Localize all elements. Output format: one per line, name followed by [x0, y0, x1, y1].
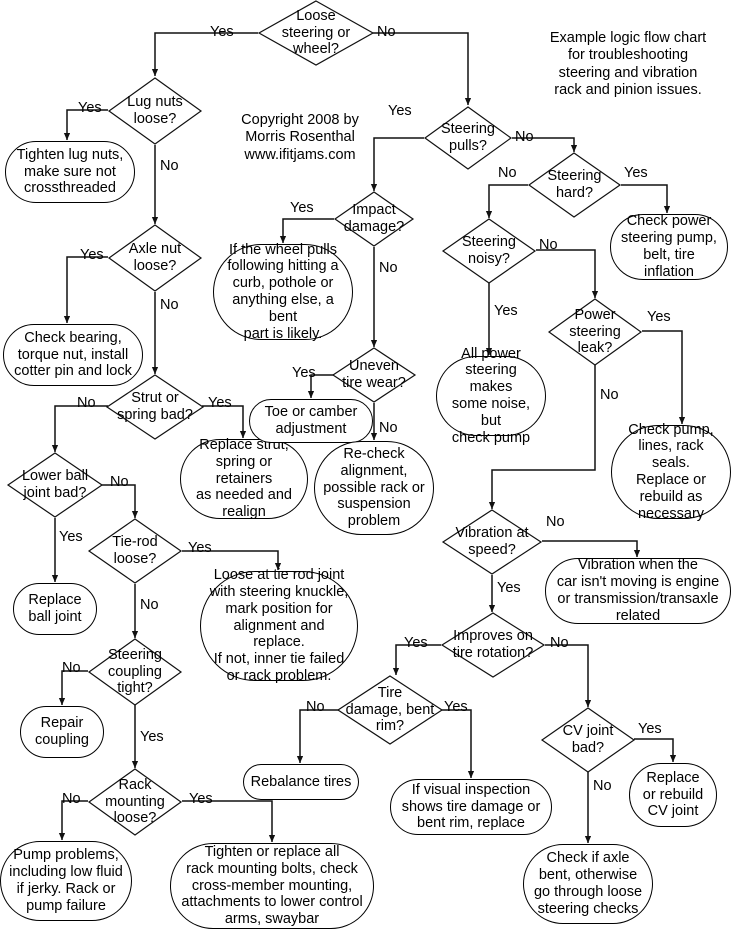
edge-label-no-steering-pulls: No [515, 129, 534, 145]
edge-label-yes-tire-damage: Yes [444, 699, 468, 715]
decision-label: Steering coupling tight? [107, 646, 162, 697]
decision-label: Lug nuts loose? [127, 94, 183, 127]
copyright-block: Copyright 2008 by Morris Rosenthal www.i… [241, 112, 359, 163]
action-vibration-when-not-moving[interactable]: Vibration when the car isn't moving is e… [545, 557, 731, 624]
decision-label: Steering pulls? [440, 121, 495, 154]
action-visual-inspection[interactable]: If visual inspection shows tire damage o… [390, 779, 552, 835]
edge-label-no-rack-mounting: No [62, 791, 81, 807]
edge-label-no-axle-nut: No [160, 297, 179, 313]
edge-label-no-improves: No [550, 635, 569, 651]
edge-label-yes-lower-ball: Yes [59, 529, 83, 545]
title-block: Example logic flow chart for troubleshoo… [549, 30, 707, 99]
edge-label-no-loose-steering: No [377, 24, 396, 40]
edge-label-yes-impact-damage: Yes [290, 200, 314, 216]
decision-loose-steering[interactable]: Loose steering or wheel? [257, 0, 375, 66]
edge-label-yes-steering-pulls: Yes [388, 103, 412, 119]
action-pump-problems[interactable]: Pump problems, including low fluid if je… [0, 841, 132, 921]
decision-label: Impact damage? [343, 202, 405, 235]
edge-label-yes-uneven-tire: Yes [292, 365, 316, 381]
decision-lower-ball-joint[interactable]: Lower ball joint bad? [6, 452, 104, 518]
decision-label: Rack mounting loose? [105, 776, 165, 827]
edge-label-no-tie-rod: No [140, 597, 159, 613]
edge-label-yes-axle-nut: Yes [80, 247, 104, 263]
action-check-power-steering-pump[interactable]: Check power steering pump, belt, tire in… [610, 213, 728, 280]
action-wheel-pulls-note[interactable]: If the wheel pulls following hitting a c… [213, 242, 353, 342]
decision-label: CV joint bad? [562, 723, 614, 756]
action-loose-tie-rod[interactable]: Loose at tie rod joint with steering knu… [200, 567, 358, 684]
decision-label: Uneven tire wear? [342, 358, 406, 391]
action-rebalance-tires[interactable]: Rebalance tires [243, 764, 359, 800]
edge-label-no-steering-noisy: No [539, 237, 558, 253]
decision-vibration-at-speed[interactable]: Vibration at speed? [441, 509, 543, 575]
decision-label: Tire damage, bent rim? [345, 684, 435, 735]
decision-steering-noisy[interactable]: Steering noisy? [441, 218, 537, 284]
edge-label-no-steering-hard: No [498, 165, 517, 181]
edge-label-no-uneven-tire: No [379, 420, 398, 436]
decision-label: Tie-rod loose? [112, 534, 158, 567]
decision-label: Loose steering or wheel? [281, 7, 351, 58]
edge-label-yes-coupling: Yes [140, 729, 164, 745]
action-toe-or-camber[interactable]: Toe or camber adjustment [249, 399, 373, 443]
decision-tire-damage-bent-rim[interactable]: Tire damage, bent rim? [336, 675, 444, 745]
edge-label-no-power-leak: No [600, 387, 619, 403]
action-tighten-lug-nuts[interactable]: Tighten lug nuts, make sure not crossthr… [5, 141, 135, 203]
decision-label: Steering hard? [547, 168, 602, 201]
edge-label-no-lug-nuts: No [160, 158, 179, 174]
decision-label: Vibration at speed? [455, 525, 529, 558]
edge-label-yes-cv-joint: Yes [638, 721, 662, 737]
edge-label-yes-vibration-speed: Yes [497, 580, 521, 596]
edge-label-yes-power-leak: Yes [647, 309, 671, 325]
edge-label-yes-strut: Yes [208, 395, 232, 411]
edge-label-no-impact-damage: No [379, 260, 398, 276]
edge-label-no-strut: No [77, 395, 96, 411]
decision-steering-hard[interactable]: Steering hard? [527, 152, 622, 218]
decision-label: Axle nut loose? [128, 241, 182, 274]
action-replace-ball-joint[interactable]: Replace ball joint [13, 583, 97, 635]
decision-uneven-tire-wear[interactable]: Uneven tire wear? [331, 347, 417, 403]
action-replace-strut[interactable]: Replace strut, spring or retainers as ne… [180, 437, 308, 520]
action-check-pump-lines[interactable]: Check pump, lines, rack seals. Replace o… [611, 422, 731, 522]
edge-label-no-vibration-speed: No [546, 514, 565, 530]
action-check-axle-bent[interactable]: Check if axle bent, otherwise go through… [523, 844, 653, 924]
decision-improves-on-tire-rotation[interactable]: Improves on tire rotation? [440, 612, 546, 678]
edge-label-yes-steering-hard: Yes [624, 165, 648, 181]
decision-tie-rod[interactable]: Tie-rod loose? [87, 518, 183, 584]
edge-label-no-cv-joint: No [593, 778, 612, 794]
decision-impact-damage[interactable]: Impact damage? [333, 191, 415, 247]
edge-label-no-lower-ball: No [110, 474, 129, 490]
flowchart-nodes: Example logic flow chart for troubleshoo… [0, 0, 731, 932]
edge-label-no-coupling: No [62, 660, 81, 676]
decision-label: Lower ball joint bad? [21, 468, 89, 501]
edge-label-yes-improves: Yes [404, 635, 428, 651]
action-replace-cv-joint[interactable]: Replace or rebuild CV joint [629, 763, 717, 827]
edge-label-yes-tie-rod: Yes [188, 540, 212, 556]
decision-steering-pulls[interactable]: Steering pulls? [423, 106, 513, 170]
flowchart-canvas: Example logic flow chart for troubleshoo… [0, 0, 731, 932]
decision-power-steering-leak[interactable]: Power steering leak? [547, 298, 643, 366]
action-repair-coupling[interactable]: Repair coupling [20, 706, 104, 758]
edge-label-yes-lug-nuts: Yes [78, 100, 102, 116]
decision-steering-coupling[interactable]: Steering coupling tight? [87, 638, 183, 706]
decision-rack-mounting[interactable]: Rack mounting loose? [87, 768, 183, 836]
decision-axle-nut[interactable]: Axle nut loose? [107, 224, 203, 292]
decision-lug-nuts[interactable]: Lug nuts loose? [107, 77, 203, 145]
action-recheck-alignment[interactable]: Re-check alignment, possible rack or sus… [314, 441, 434, 535]
edge-label-yes-loose-steering: Yes [210, 24, 234, 40]
action-tighten-rack-mounting[interactable]: Tighten or replace all rack mounting bol… [170, 843, 374, 929]
decision-label: Improves on tire rotation? [452, 628, 534, 661]
edge-label-yes-rack-mounting: Yes [189, 791, 213, 807]
decision-cv-joint-bad[interactable]: CV joint bad? [540, 707, 636, 773]
action-check-bearing[interactable]: Check bearing, torque nut, install cotte… [3, 324, 143, 386]
decision-label: Power steering leak? [569, 306, 621, 357]
decision-label: Steering noisy? [461, 234, 516, 267]
action-all-power-steering-noise[interactable]: All power steering makes some noise, but… [436, 346, 546, 446]
edge-label-no-tire-damage: No [306, 699, 325, 715]
edge-label-yes-steering-noisy: Yes [494, 303, 518, 319]
